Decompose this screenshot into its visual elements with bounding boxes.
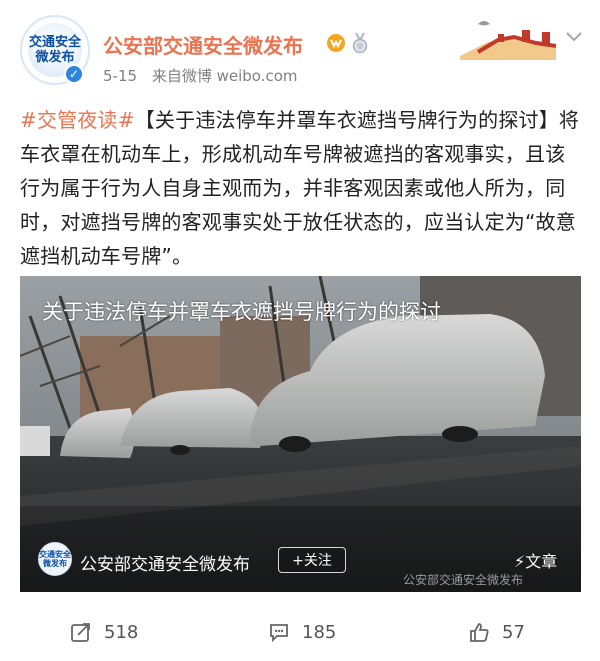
post-text: #交管夜读#【关于违法停车并罩车衣遮挡号牌行为的探讨】将车衣罩在机动车上，形成机…	[20, 103, 585, 273]
post-image[interactable]: 关于违法停车并罩车衣遮挡号牌行为的探讨 交通安全 微发布 公安部交通安全微发布 …	[20, 276, 581, 592]
comment-count: 185	[302, 621, 337, 643]
medal-icon	[352, 32, 368, 54]
image-footer-name[interactable]: 公安部交通安全微发布	[80, 550, 250, 575]
chevron-down-icon[interactable]	[564, 30, 584, 44]
post-source: 来自微博 weibo.com	[151, 67, 298, 85]
action-bar: 518 185 57	[0, 612, 600, 652]
avatar-line-1: 交通安全	[28, 35, 81, 50]
image-caption: 关于违法停车并罩车衣遮挡号牌行为的探讨	[42, 300, 441, 324]
like-icon	[470, 623, 489, 642]
repost-icon	[71, 623, 90, 642]
article-tag[interactable]: ⚡文章	[514, 548, 557, 572]
comment-icon	[270, 624, 288, 643]
post-meta: 5-15 来自微博 weibo.com	[103, 65, 298, 86]
image-avatar-line-1: 交通安全	[39, 550, 71, 559]
repost-count: 518	[104, 621, 139, 643]
like-button[interactable]: 57	[468, 612, 525, 652]
great-wall-decoration	[460, 21, 557, 60]
repost-button[interactable]: 518	[70, 612, 138, 652]
comment-button[interactable]: 185	[268, 612, 336, 652]
image-footer-avatar[interactable]: 交通安全 微发布	[38, 542, 72, 576]
author-name[interactable]: 公安部交通安全微发布	[103, 30, 303, 59]
verified-icon: ✓	[64, 64, 84, 84]
like-count: 57	[502, 621, 525, 643]
post-date: 5-15	[103, 67, 138, 85]
follow-button[interactable]: +关注	[278, 547, 346, 573]
image-avatar-line-2: 微发布	[43, 559, 67, 568]
hashtag-link[interactable]: #交管夜读#	[20, 108, 135, 132]
post-body: 【关于违法停车并罩车衣遮挡号牌行为的探讨】将车衣罩在机动车上，形成机动车号牌被遮…	[20, 108, 580, 268]
watermark: 公安部交通安全微发布	[403, 573, 524, 587]
avatar-line-2: 微发布	[35, 50, 75, 65]
vip-badge-icon	[327, 34, 345, 52]
